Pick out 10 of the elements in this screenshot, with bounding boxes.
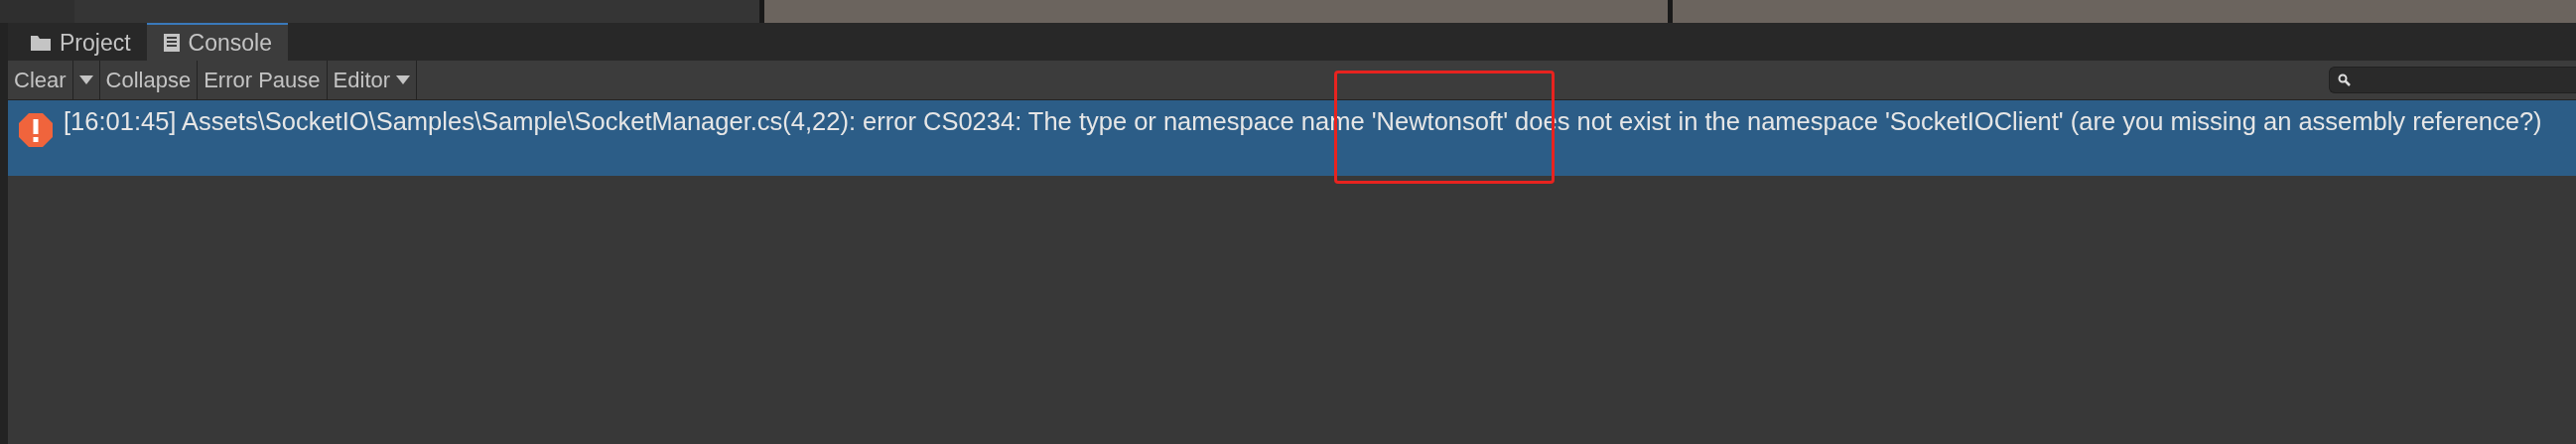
panel-tab[interactable]: Console	[146, 23, 288, 61]
search-icon	[2338, 73, 2352, 87]
folder-icon	[30, 34, 52, 52]
log-row[interactable]	[8, 100, 2576, 176]
panel-tab[interactable]: Project	[14, 23, 147, 61]
console-icon	[162, 33, 181, 53]
caret-icon	[396, 75, 411, 84]
search-field[interactable]	[2329, 67, 2576, 93]
error-icon	[18, 112, 54, 148]
caret-icon	[78, 75, 93, 84]
